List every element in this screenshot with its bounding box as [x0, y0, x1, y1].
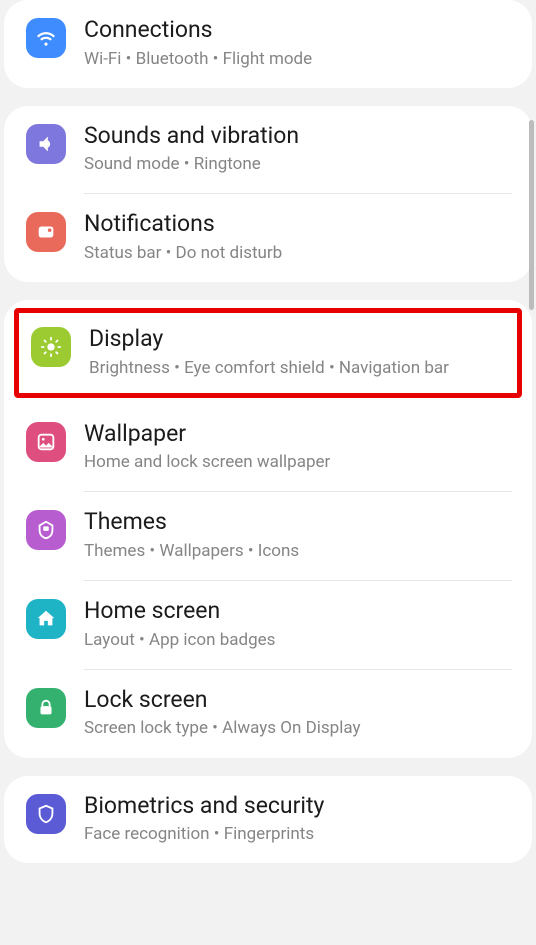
settings-item-display[interactable]: Display Brightness • Eye comfort shield … [14, 308, 522, 398]
settings-item-biometrics[interactable]: Biometrics and security Face recognition… [4, 776, 532, 864]
settings-group: Display Brightness • Eye comfort shield … [4, 300, 532, 757]
item-subtitle: Status bar • Do not disturb [84, 242, 512, 264]
item-subtitle: Screen lock type • Always On Display [84, 717, 512, 739]
settings-item-notifications[interactable]: Notifications Status bar • Do not distur… [4, 194, 532, 282]
settings-group: Sounds and vibration Sound mode • Ringto… [4, 106, 532, 282]
item-subtitle: Wi-Fi • Bluetooth • Flight mode [84, 48, 512, 70]
item-subtitle: Face recognition • Fingerprints [84, 823, 512, 845]
settings-item-sounds[interactable]: Sounds and vibration Sound mode • Ringto… [4, 106, 532, 194]
settings-group: Biometrics and security Face recognition… [4, 776, 532, 864]
item-subtitle: Home and lock screen wallpaper [84, 451, 512, 473]
home-icon [26, 599, 66, 639]
settings-item-themes[interactable]: Themes Themes • Wallpapers • Icons [4, 492, 532, 580]
themes-icon [26, 510, 66, 550]
item-subtitle: Sound mode • Ringtone [84, 153, 512, 175]
item-title: Wallpaper [84, 420, 512, 448]
item-subtitle: Layout • App icon badges [84, 629, 512, 651]
item-title: Home screen [84, 597, 512, 625]
wallpaper-icon [26, 422, 66, 462]
item-title: Notifications [84, 210, 512, 238]
notifications-icon [26, 212, 66, 252]
sound-icon [26, 124, 66, 164]
item-title: Connections [84, 16, 512, 44]
settings-item-homescreen[interactable]: Home screen Layout • App icon badges [4, 581, 532, 669]
wifi-icon [26, 18, 66, 58]
scrollbar[interactable] [529, 120, 534, 310]
settings-item-connections[interactable]: Connections Wi-Fi • Bluetooth • Flight m… [4, 0, 532, 88]
item-title: Biometrics and security [84, 792, 512, 820]
item-subtitle: Brightness • Eye comfort shield • Naviga… [89, 357, 505, 379]
item-title: Lock screen [84, 686, 512, 714]
brightness-icon [31, 327, 71, 367]
settings-group: Connections Wi-Fi • Bluetooth • Flight m… [4, 0, 532, 88]
lock-icon [26, 688, 66, 728]
item-title: Sounds and vibration [84, 122, 512, 150]
item-subtitle: Themes • Wallpapers • Icons [84, 540, 512, 562]
settings-item-lockscreen[interactable]: Lock screen Screen lock type • Always On… [4, 670, 532, 758]
shield-icon [26, 794, 66, 834]
item-title: Display [89, 325, 505, 353]
item-title: Themes [84, 508, 512, 536]
settings-item-wallpaper[interactable]: Wallpaper Home and lock screen wallpaper [4, 404, 532, 492]
